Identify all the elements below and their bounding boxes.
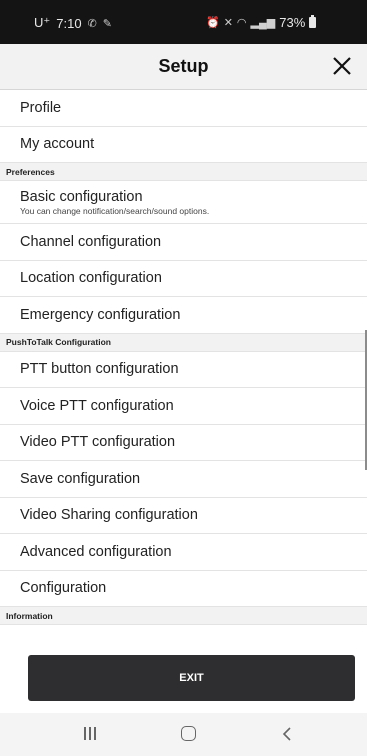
back-icon[interactable] [282,726,292,742]
mute-icon: ✕ [223,17,233,29]
exit-button[interactable]: EXIT [28,655,355,701]
time-label: 7:10 [56,15,82,31]
navigation-bar [0,713,367,756]
notification-icon: ✆ [87,17,97,30]
list-item-label: Channel configuration [20,233,162,250]
list-item-label: Location configuration [20,270,162,287]
list-item-emergency-configuration[interactable]: Emergency configuration [0,297,367,334]
list-item-label: Video Sharing configuration [20,507,198,524]
page-title: Setup [158,56,209,76]
list-item-my-account[interactable]: My account [0,127,367,163]
list-item-save-configuration[interactable]: Save configuration [0,461,367,498]
section-header-ptt: PushToTalk Configuration [0,333,367,352]
status-right: ⏰ ✕ ◠ ▂▄▆ 73% [206,15,317,30]
section-header-information: Information [0,607,367,625]
list-item-label: Save configuration [20,470,141,487]
close-icon [333,57,351,75]
list-item-basic-configuration[interactable]: Basic configuration You can change notif… [0,181,367,224]
list-item-label: Profile [20,99,62,116]
status-bar: U⁺ 7:10 ✆ ✎ ⏰ ✕ ◠ ▂▄▆ 73% [0,0,367,44]
list-item-advanced-configuration[interactable]: Advanced configuration [0,534,367,571]
pen-icon: ✎ [102,17,112,30]
signal-icon: ▂▄▆ [250,17,276,29]
list-item-video-ptt-configuration[interactable]: Video PTT configuration [0,425,367,461]
battery-icon [309,15,317,28]
status-left: U⁺ 7:10 ✆ ✎ [34,15,112,31]
app-header: Setup [0,44,367,90]
recent-apps-icon[interactable] [82,727,98,741]
list-item-profile[interactable]: Profile [0,90,367,127]
list-item-video-sharing-configuration[interactable]: Video Sharing configuration [0,498,367,534]
list-item-label: Voice PTT configuration [20,397,174,414]
list-item-voice-ptt-configuration[interactable]: Voice PTT configuration [0,388,367,425]
list-item-channel-configuration[interactable]: Channel configuration [0,224,367,261]
list-item-label: PTT button configuration [20,361,179,378]
list-item-ptt-button-configuration[interactable]: PTT button configuration [0,352,367,388]
list-item-subtitle: You can change notification/search/sound… [20,205,210,216]
list-item-label: Basic configuration [20,188,143,205]
list-item-label: Video PTT configuration [20,434,176,451]
list-item-label: Advanced configuration [20,543,172,560]
alarm-icon: ⏰ [206,17,220,29]
home-icon[interactable] [181,726,196,741]
close-button[interactable] [329,53,355,79]
battery-percent: 73% [279,15,306,30]
wifi-icon: ◠ [236,17,247,29]
list-item-label: My account [20,136,95,153]
carrier-label: U⁺ [34,15,51,30]
section-header-preferences: Preferences [0,163,367,181]
list-item-location-configuration[interactable]: Location configuration [0,261,367,297]
list-item-label: Emergency configuration [20,306,181,323]
list-item-label: Configuration [20,580,107,597]
settings-list: Profile My account Preferences Basic con… [0,90,367,625]
list-item-configuration[interactable]: Configuration [0,571,367,607]
